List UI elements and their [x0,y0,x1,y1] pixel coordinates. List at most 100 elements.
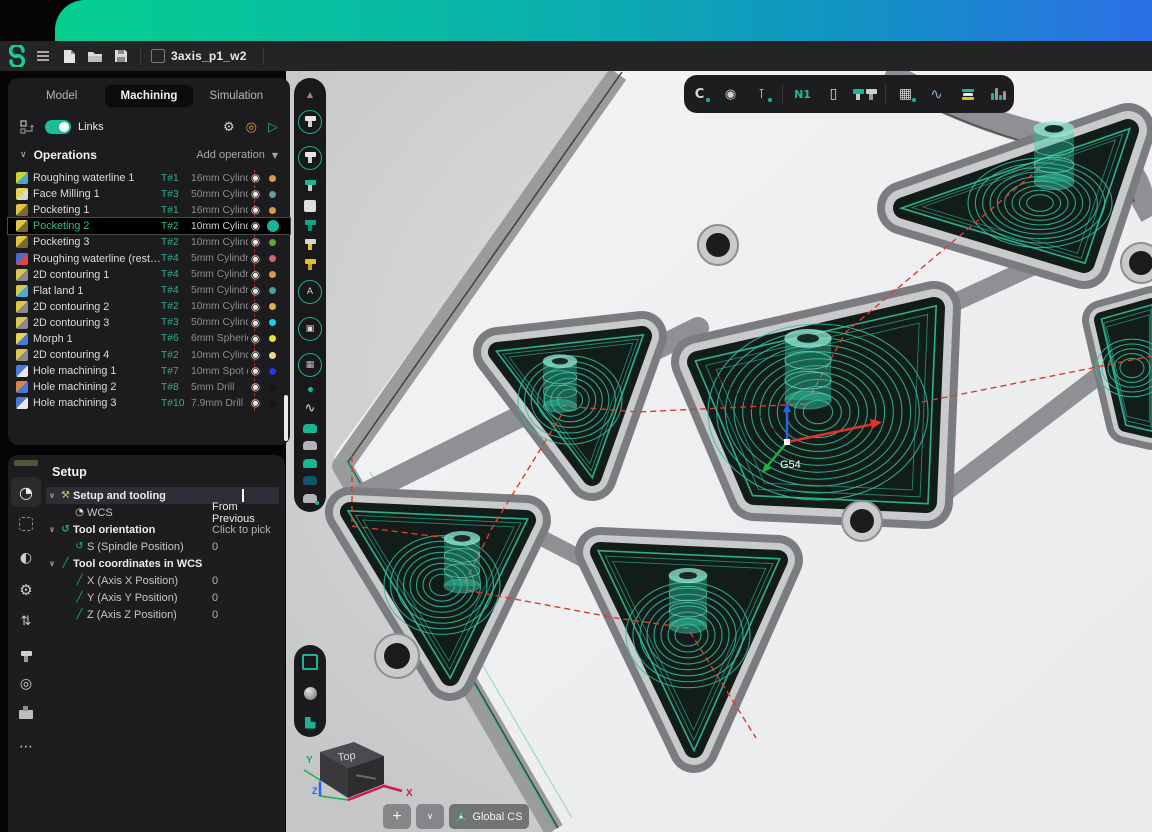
setup-row-x-axis-x-position-[interactable]: ╱X (Axis X Position)0 [46,572,279,589]
save-icon[interactable] [108,44,134,68]
gcode-n1-icon[interactable]: N1 [792,83,814,105]
fixture-vise-icon[interactable] [8,706,44,724]
tool-holder-2-icon[interactable] [298,144,322,172]
surface-gray-icon[interactable] [303,441,317,450]
operation-row[interactable]: Morph 1T#66mm Spherica◉ [8,331,290,347]
collapse-strip-icon[interactable]: ▲ [307,90,313,99]
operation-row[interactable]: Hole machining 3T#107.9mm Drill◉ [8,395,290,411]
operation-row[interactable]: Pocketing 3T#210mm Cylindri◉ [8,234,290,250]
operation-row[interactable]: Pocketing 1T#116mm Cylindri◉ [8,202,290,218]
caliper-icon[interactable]: ⊺ [751,83,773,105]
setup-row-value[interactable]: 0 [212,575,218,587]
operation-row[interactable]: Hole machining 1T#710mm Spot dr◉ [8,363,290,379]
operation-color-dot[interactable] [269,255,276,262]
new-file-icon[interactable] [56,44,82,68]
operation-visibility-radio[interactable]: ◉ [248,301,263,313]
surface-grid-icon[interactable] [303,476,317,485]
operation-color-dot[interactable] [269,239,276,246]
operation-row[interactable]: 2D contouring 4T#210mm Cylindri◉ [8,347,290,363]
setup-row-tool-orientation[interactable]: ∨↺Tool orientationClick to pick [46,521,279,538]
operation-color-dot[interactable] [269,303,276,310]
operation-color-dot[interactable] [269,400,276,407]
operation-visibility-radio[interactable]: ◉ [248,220,263,232]
calculator-icon[interactable]: ▦ [895,83,917,105]
setup-row-value[interactable]: 0 [212,592,218,604]
reorder-icon[interactable]: ⇅ [8,612,44,630]
stock-square-icon[interactable] [304,200,316,212]
operation-row[interactable]: 2D contouring 2T#210mm Cylindri◉ [8,299,290,315]
chevron-down-icon[interactable]: ∨ [20,150,27,160]
operation-visibility-radio[interactable]: ◉ [248,365,263,377]
operation-row[interactable]: Roughing waterline 1T#116mm Cylindri◉ [8,170,290,186]
operation-color-dot[interactable] [267,220,279,232]
flag-layers-icon[interactable] [305,717,316,729]
setup-row-s-spindle-position-[interactable]: ↺S (Spindle Position)0 [46,538,279,555]
cs-dropdown-button[interactable]: ∨ [416,804,444,829]
view-sphere-icon[interactable] [304,687,317,700]
open-folder-icon[interactable] [82,44,108,68]
operation-visibility-radio[interactable]: ◉ [248,236,263,248]
surface-gray-dot-icon[interactable] [303,494,317,503]
operation-color-dot[interactable] [269,319,276,326]
operation-color-dot[interactable] [269,335,276,342]
operation-row[interactable]: Pocketing 2T#210mm Cylindri◉ [8,218,290,234]
tool-tip-yellow-icon[interactable] [305,239,316,250]
tool-holder-1-icon[interactable] [298,108,322,136]
tab-model[interactable]: Model [18,85,105,107]
operation-visibility-radio[interactable]: ◉ [248,253,263,265]
operation-row[interactable]: Hole machining 2T#85mm Drill◉ [8,379,290,395]
operation-color-dot[interactable] [269,271,276,278]
simulation-target-icon[interactable]: ◎ [246,120,257,135]
operation-row[interactable]: Roughing waterline (rest…T#45mm Cylindri… [8,250,290,266]
tree-chevron-icon[interactable]: ∨ [46,559,58,568]
tab-machining[interactable]: Machining [105,85,192,107]
tab-simulation[interactable]: Simulation [193,85,280,107]
tool-pair-icon[interactable] [854,83,876,105]
operation-visibility-radio[interactable]: ◉ [248,285,263,297]
operation-visibility-radio[interactable]: ◉ [248,269,263,281]
toolpath-analysis-icon[interactable]: ∿ [926,83,948,105]
operation-color-dot[interactable] [269,384,276,391]
settings-gear-icon[interactable]: ⚙ [223,120,235,135]
scrollbar-thumb[interactable] [284,395,288,441]
operation-visibility-radio[interactable]: ◉ [248,172,263,184]
menu-icon[interactable] [30,44,56,68]
fit-view-icon[interactable] [302,654,318,670]
operation-visibility-radio[interactable]: ◉ [248,397,263,409]
chevron-down-icon[interactable]: ▼ [272,151,278,160]
links-toggle[interactable] [45,120,71,134]
machine-ring-icon[interactable]: ▣ [298,315,322,343]
more-icon[interactable]: ⋯ [8,738,44,756]
tool-a-ring-icon[interactable]: A [298,278,322,306]
operation-color-dot[interactable] [269,207,276,214]
operation-row[interactable]: Face Milling 1T#350mm Cylindri◉ [8,186,290,202]
setup-row-y-axis-y-position-[interactable]: ╱Y (Axis Y Position)0 [46,589,279,606]
setup-row-value[interactable]: 0 [212,609,218,621]
operation-row[interactable]: 2D contouring 1T#45mm Cylindric◉ [8,267,290,283]
operation-visibility-radio[interactable]: ◉ [248,188,263,200]
operation-color-dot[interactable] [269,191,276,198]
operation-color-dot[interactable] [269,352,276,359]
tool-yellow-icon[interactable] [305,259,316,270]
settings-gear-icon[interactable]: ⚙ [8,581,44,600]
operation-visibility-radio[interactable]: ◉ [248,333,263,345]
add-cs-button[interactable]: + [383,804,411,829]
setup-row-tool-coordinates-in-wcs[interactable]: ∨╱Tool coordinates in WCS [46,555,279,572]
operation-row[interactable]: Flat land 1T#45mm Cylindric◉ [8,283,290,299]
operation-color-dot[interactable] [269,175,276,182]
statistics-icon[interactable] [988,83,1010,105]
operation-visibility-radio[interactable]: ◉ [248,317,263,329]
mesh-ring-icon[interactable]: ▦ [298,351,322,379]
divider-dot-icon[interactable] [308,387,313,392]
operation-visibility-radio[interactable]: ◉ [248,204,263,216]
add-operation-button[interactable]: Add operation [196,149,265,161]
tree-chevron-icon[interactable]: ∨ [46,525,58,534]
snap-magnet-icon[interactable]: C [689,83,711,105]
setup-row-wcs[interactable]: ◔WCSFrom Previous [46,504,279,521]
tool-teal-icon[interactable] [305,180,316,191]
run-play-icon[interactable]: ▷ [268,120,278,135]
operation-visibility-radio[interactable]: ◉ [248,381,263,393]
setup-row-z-axis-z-position-[interactable]: ╱Z (Axis Z Position)0 [46,606,279,623]
setup-row-value[interactable]: Click to pick [212,524,271,536]
operation-color-dot[interactable] [269,368,276,375]
